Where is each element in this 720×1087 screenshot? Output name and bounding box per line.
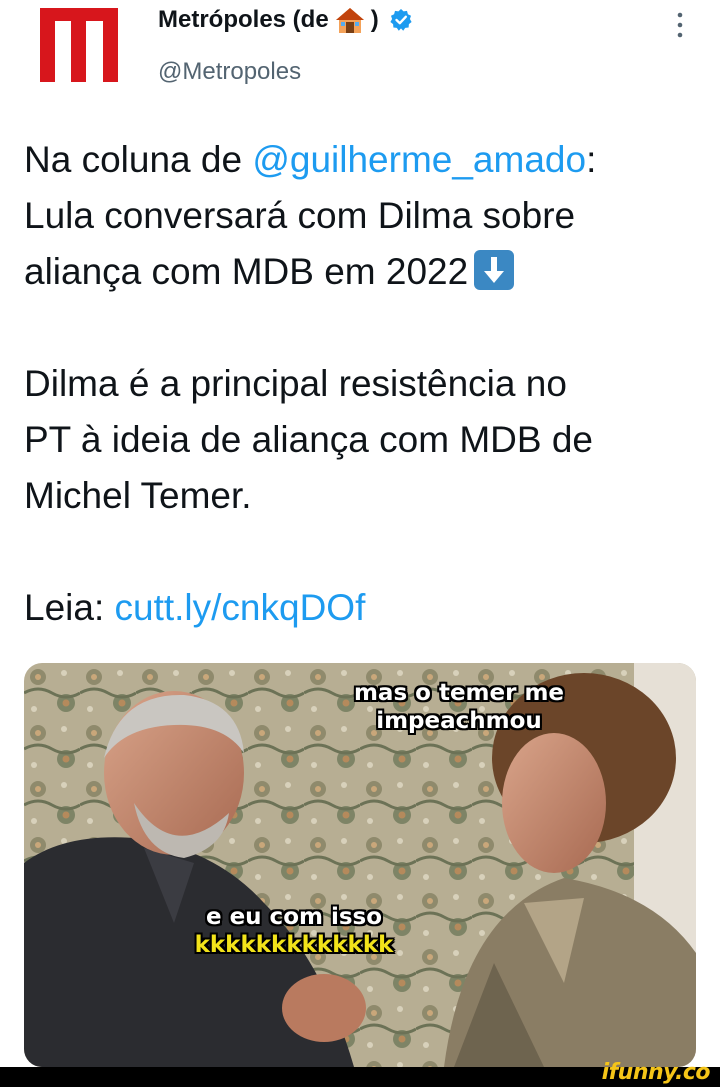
tweet-line: aliança com MDB em 2022 <box>24 244 704 300</box>
verified-badge-icon <box>390 9 412 31</box>
caption-line: impeachmou <box>376 707 543 734</box>
caption-line: mas o temer me <box>353 679 565 706</box>
more-options-icon[interactable] <box>672 10 688 40</box>
tweet-line: Dilma é a principal resistência no <box>24 363 567 404</box>
account-handle[interactable]: @Metropoles <box>158 58 301 86</box>
tweet-text-segment: Na coluna de <box>24 139 253 180</box>
house-emoji-icon <box>335 8 364 33</box>
tweet-text-segment: : <box>586 139 597 180</box>
account-name[interactable]: Metrópoles (de <box>158 6 329 34</box>
ifunny-watermark: ifunny.co <box>601 1060 711 1085</box>
tweet-image[interactable]: mas o temer me impeachmou e eu com isso … <box>24 663 696 1067</box>
tweet-header: Metrópoles (de ) @Metropoles <box>0 0 720 110</box>
tweet-line: Na coluna de @guilherme_amado: <box>24 132 704 188</box>
metropoles-logo-icon[interactable] <box>40 8 118 82</box>
caption-line: kkkkkkkkkkkkk <box>194 931 394 958</box>
external-link[interactable]: cutt.ly/cnkqDOf <box>115 587 366 628</box>
tweet-line: Leia: cutt.ly/cnkqDOf <box>24 580 704 636</box>
tweet-text-segment: Leia: <box>24 587 115 628</box>
account-name-row[interactable]: Metrópoles (de ) <box>158 6 413 34</box>
meme-caption-bottom: e eu com isso kkkkkkkkkkkkk <box>124 903 464 959</box>
tweet-line: Lula conversará com Dilma sobre <box>24 195 576 236</box>
meme-caption-top: mas o temer me impeachmou <box>324 679 594 735</box>
tweet-line: Michel Temer. <box>24 475 252 516</box>
tweet-body: Na coluna de @guilherme_amado: Lula conv… <box>24 132 704 636</box>
tweet-text-segment: aliança com MDB em 2022 <box>24 251 469 292</box>
tweet-line: PT à ideia de aliança com MDB de <box>24 419 594 460</box>
mention-link[interactable]: @guilherme_amado <box>252 139 586 180</box>
down-arrow-emoji-icon <box>474 250 515 290</box>
account-name-close: ) <box>370 6 379 33</box>
caption-line: e eu com isso <box>205 903 383 930</box>
